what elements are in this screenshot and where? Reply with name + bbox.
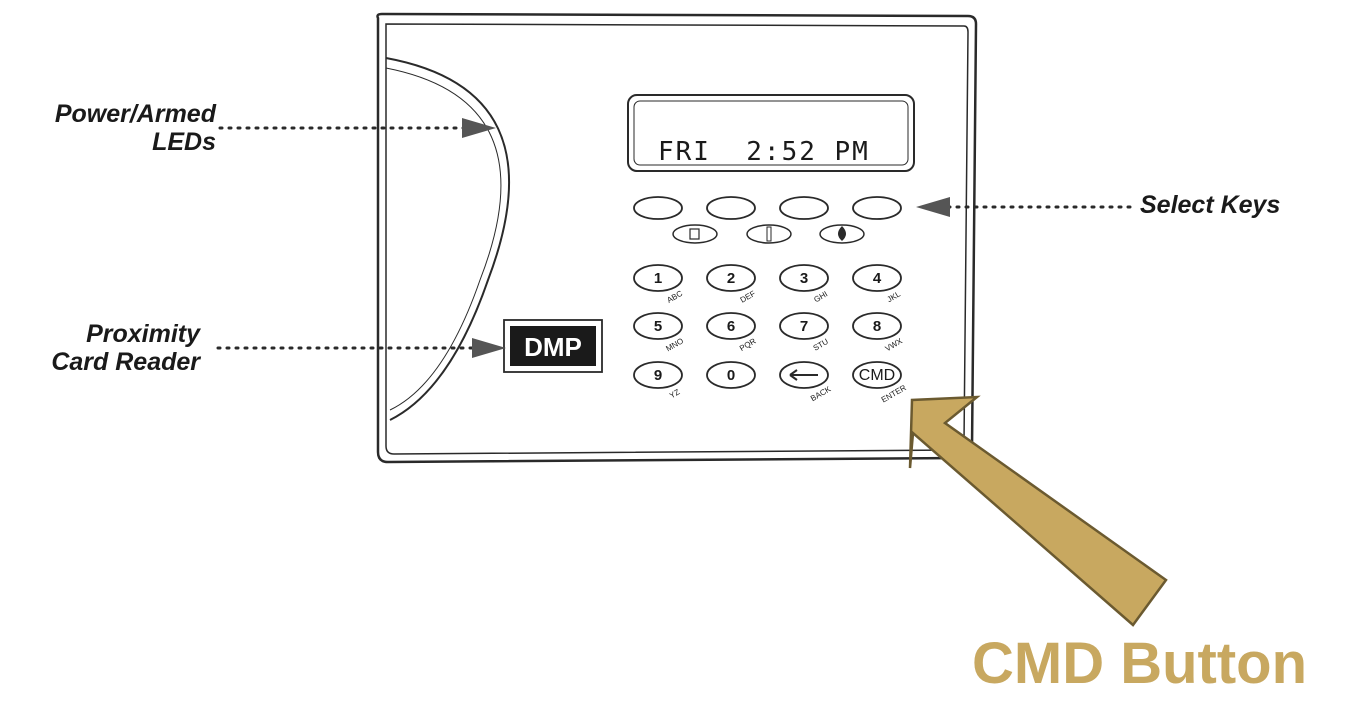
key-9[interactable]: 9 YZ <box>633 361 683 400</box>
key-1[interactable]: 1ABC <box>633 264 684 305</box>
number-keys[interactable]: 1ABC 2DEF 3 GHI 4 JKL 5MNO 6PQR 7STU 8VWX 9 YZ 0 BACK… <box>633 264 908 405</box>
key-4[interactable]: 4 JKL <box>852 264 903 304</box>
dmp-logo: DMP <box>503 319 603 373</box>
power-armed-line1: Power/Armed <box>54 100 216 128</box>
key-sub-label: PQR <box>738 336 758 353</box>
key-digit-label: 2 <box>727 270 735 287</box>
select-keys[interactable] <box>633 196 902 220</box>
key-digit-label: 4 <box>873 270 882 287</box>
led-lens <box>385 57 510 421</box>
key-0[interactable]: 0 <box>706 361 756 389</box>
key-sub-label: STU <box>812 337 831 353</box>
cmd-pointer-arrow <box>908 395 1168 627</box>
proximity-label: Proximity Card Reader <box>10 320 200 376</box>
key-digit-label: 1 <box>654 270 662 287</box>
key-digit-label: 6 <box>727 318 735 335</box>
keypad-diagram: FRI 2:52 PM 1 ABC 2 DEF 3 GHI 4 JKL 5 MNO 6 PQR 7 STU… <box>0 0 1361 722</box>
callout-arrowhead-proximity <box>472 338 506 358</box>
key-7[interactable]: 7STU <box>779 312 831 353</box>
key-digit-label: 0 <box>727 367 735 384</box>
key-digit-label: 5 <box>654 318 662 335</box>
select-keys-label: Select Keys <box>1140 191 1281 219</box>
key-sub-label: YZ <box>668 387 681 400</box>
cmd-button-title: CMD Button <box>972 631 1308 696</box>
key-3[interactable]: 3 GHI <box>779 264 829 304</box>
key-sub-label: GHI <box>812 289 829 304</box>
key-digit-label: 7 <box>800 318 808 335</box>
select-key-1[interactable] <box>633 196 683 220</box>
select-key-3[interactable] <box>779 196 829 220</box>
key-digit-label: 9 <box>654 367 662 384</box>
emergency-keys[interactable] <box>672 224 865 244</box>
select-key-2[interactable] <box>706 196 756 220</box>
key-digit-label: 3 <box>800 270 808 287</box>
key-cmd[interactable]: CMDENTER <box>852 361 908 405</box>
power-armed-label: Power/Armed LEDs <box>20 100 216 156</box>
select-key-4[interactable] <box>852 196 902 220</box>
key-back[interactable]: BACK <box>779 361 833 403</box>
key-sub-label: ABC <box>665 289 684 305</box>
proximity-line2: Card Reader <box>51 348 200 376</box>
key-8[interactable]: 8VWX <box>852 312 904 353</box>
key-sub-label: JKL <box>886 289 903 304</box>
panic-key[interactable] <box>672 224 718 244</box>
key-digit-label: CMD <box>859 367 895 384</box>
emergency-key[interactable] <box>746 224 792 244</box>
power-armed-line2: LEDs <box>152 128 216 156</box>
led-lens-inner <box>385 67 502 411</box>
key-5[interactable]: 5MNO <box>633 312 685 353</box>
lcd-text: FRI 2:52 PM <box>658 137 870 167</box>
key-sub-label: DEF <box>739 289 757 305</box>
logo-text: DMP <box>524 332 582 362</box>
key-2[interactable]: 2DEF <box>706 264 757 305</box>
key-6[interactable]: 6PQR <box>706 312 758 353</box>
proximity-line1: Proximity <box>86 320 200 348</box>
callout-arrowhead-select <box>916 197 950 217</box>
key-digit-label: 8 <box>873 318 881 335</box>
